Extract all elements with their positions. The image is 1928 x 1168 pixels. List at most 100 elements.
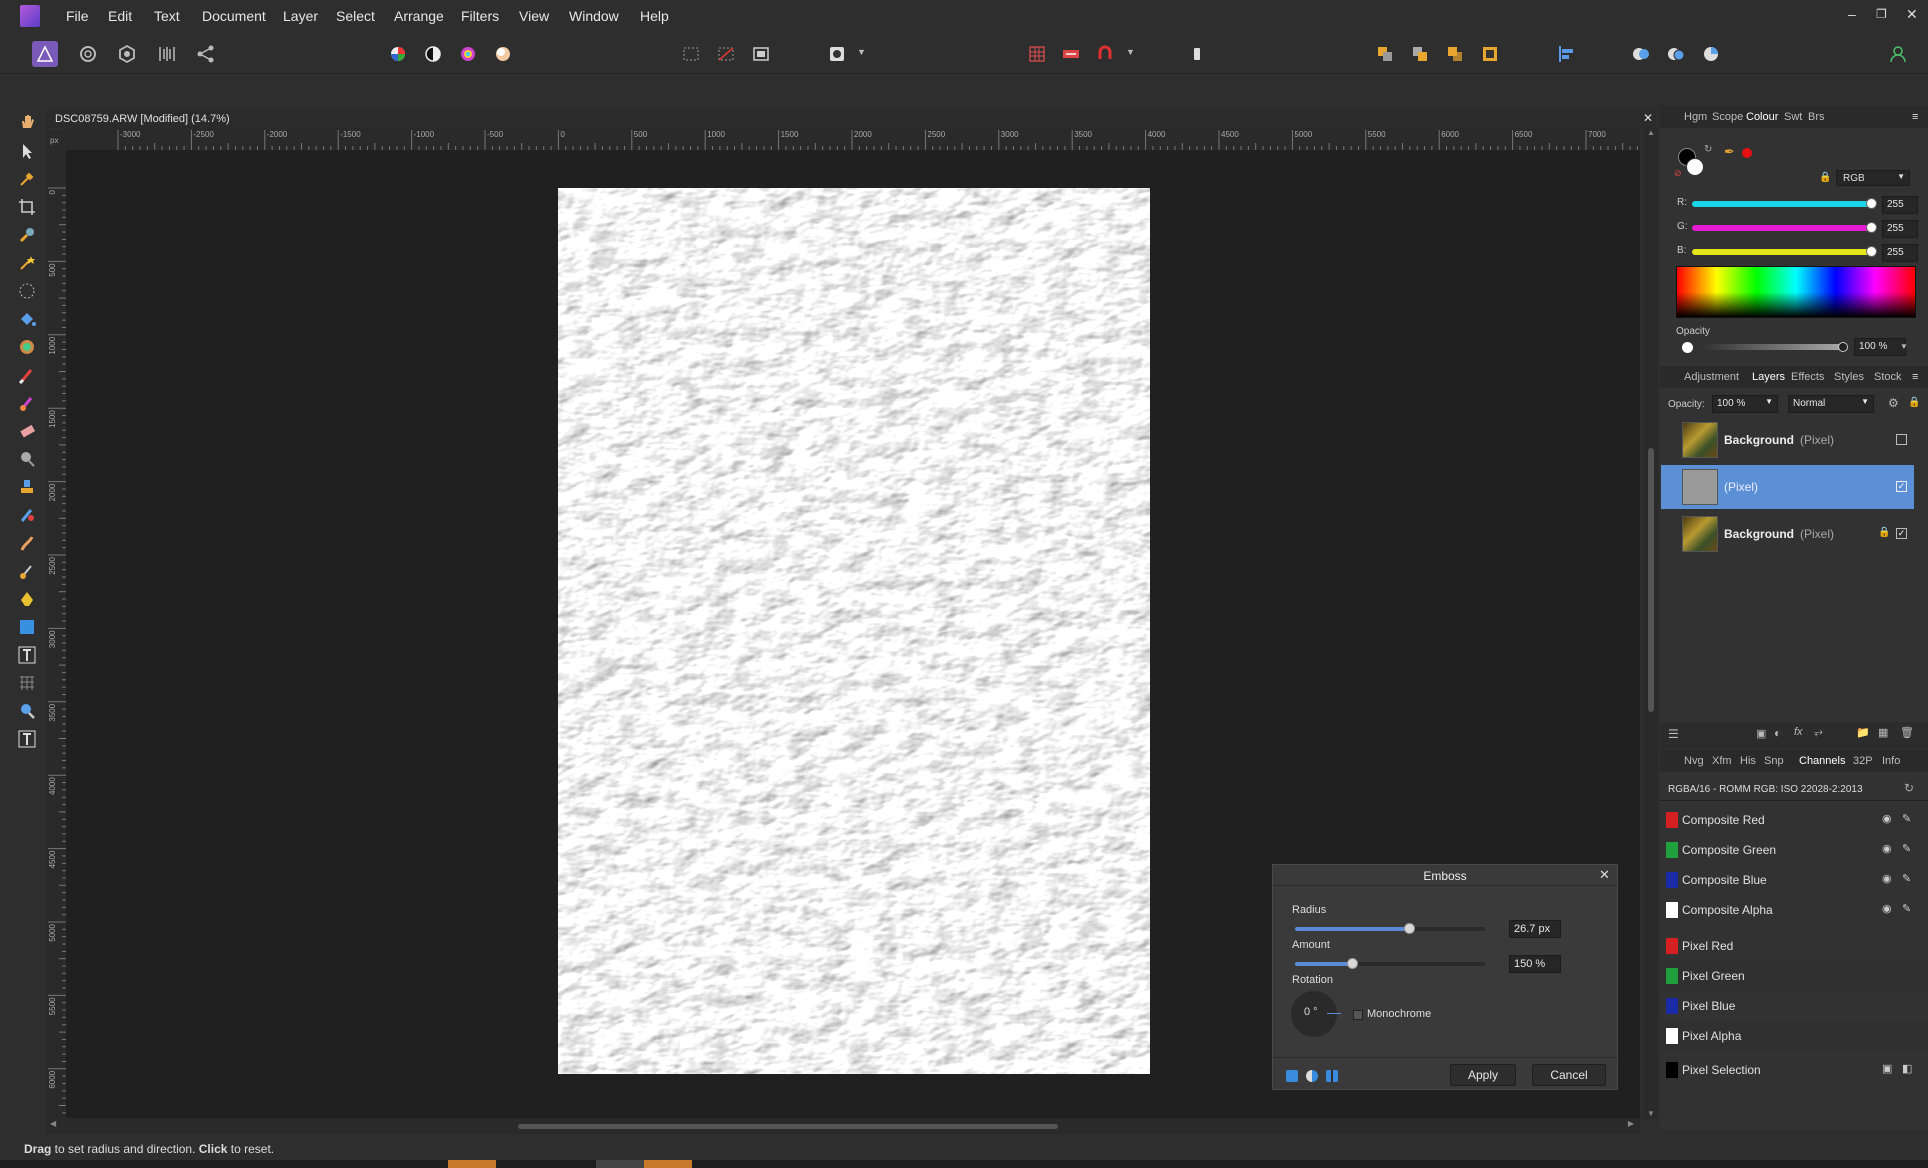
colour-model-dropdown[interactable]: RGB ▼ (1836, 170, 1910, 186)
tab-history[interactable]: His (1740, 755, 1756, 767)
minimize-icon[interactable]: – (1848, 6, 1856, 22)
live-filter-icon[interactable]: ⥅ (1814, 726, 1823, 739)
tab-info[interactable]: Info (1882, 755, 1900, 767)
r-value-field[interactable]: 255 (1882, 196, 1918, 214)
menu-view[interactable]: View (519, 8, 549, 24)
tab-adjustment[interactable]: Adjustment (1684, 371, 1739, 383)
arrange-forward-icon[interactable] (1442, 41, 1468, 67)
tab-transform[interactable]: Xfm (1712, 755, 1732, 767)
rectangle-tool-icon[interactable] (18, 618, 36, 636)
develop-persona-icon[interactable] (114, 41, 140, 67)
tab-styles[interactable]: Styles (1834, 371, 1864, 383)
artistic-text-tool-icon[interactable] (18, 646, 36, 664)
amount-slider-handle[interactable] (1347, 958, 1358, 969)
snapping-arrow-icon[interactable] (1058, 41, 1084, 67)
tab-navigator[interactable]: Nvg (1684, 755, 1704, 767)
channel-visibility-eye-icon[interactable]: ◉ (1882, 902, 1892, 915)
smudge-tool-icon[interactable] (18, 534, 36, 552)
amount-slider[interactable] (1295, 958, 1485, 969)
tab-effects[interactable]: Effects (1791, 371, 1824, 383)
chevron-down-icon[interactable]: ▼ (1900, 342, 1908, 351)
tab-scope[interactable]: Scope (1712, 111, 1743, 123)
restore-icon[interactable]: ❐ (1876, 7, 1887, 21)
erase-tool-icon[interactable] (18, 422, 36, 440)
menu-window[interactable]: Window (569, 8, 619, 24)
b-slider-handle[interactable] (1866, 246, 1877, 257)
panel-menu-icon[interactable]: ≡ (1912, 371, 1918, 383)
channel-row[interactable]: Composite Alpha ◉ ✎ (1660, 895, 1928, 925)
layer-settings-gear-icon[interactable]: ⚙ (1888, 396, 1899, 410)
opacity-slider-handle[interactable] (1838, 342, 1848, 352)
boolean-add-icon[interactable] (1628, 41, 1654, 67)
snapping-grid-icon[interactable] (1024, 41, 1050, 67)
arrange-back-icon[interactable] (1372, 41, 1398, 67)
tone-mapping-persona-icon[interactable] (154, 41, 180, 67)
channel-visibility-eye-icon[interactable]: ◉ (1882, 842, 1892, 855)
paint-brush-tool-icon[interactable] (18, 366, 36, 384)
layer-row[interactable]: Background (Pixel) 🔒 ✓ (1664, 512, 1914, 556)
channel-row[interactable]: Composite Green ◉ ✎ (1660, 835, 1928, 865)
auto-white-balance-icon[interactable] (490, 41, 516, 67)
g-value-field[interactable]: 255 (1882, 220, 1918, 238)
selection-mask-icon[interactable]: ▣ (1882, 1062, 1892, 1075)
selection-invert-icon[interactable]: ◧ (1902, 1062, 1912, 1075)
r-slider[interactable] (1692, 201, 1872, 207)
horizontal-scrollbar[interactable]: ◀ ▶ (46, 1118, 1640, 1134)
cancel-button[interactable]: Cancel (1532, 1064, 1606, 1086)
layer-lock-icon[interactable]: 🔒 (1878, 527, 1890, 538)
marquee-tool-icon[interactable] (18, 282, 36, 300)
tab-snapshots[interactable]: Snp (1764, 755, 1784, 767)
snapping-magnet-icon[interactable] (1092, 41, 1118, 67)
b-slider[interactable] (1692, 249, 1872, 255)
colour-picker-tool-icon[interactable] (18, 170, 36, 188)
layer-visibility-checkbox[interactable] (1896, 434, 1907, 445)
gradient-tool-icon[interactable] (18, 338, 36, 356)
swap-colours-icon[interactable]: ↻ (1704, 144, 1712, 155)
layer-opacity-field[interactable]: 100 % ▼ (1712, 395, 1778, 413)
layer-visibility-checkbox[interactable]: ✓ (1896, 481, 1907, 492)
menu-select[interactable]: Select (336, 8, 375, 24)
menu-help[interactable]: Help (640, 8, 669, 24)
arrange-backward-icon[interactable] (1407, 41, 1433, 67)
layer-row-selected[interactable]: (Pixel) ✓ (1661, 465, 1914, 509)
no-fill-icon[interactable]: ⊘ (1674, 168, 1682, 179)
dodge-tool-icon[interactable] (18, 450, 36, 468)
align-left-icon[interactable] (1554, 41, 1580, 67)
tab-channels[interactable]: Channels (1799, 755, 1845, 767)
delete-layer-icon[interactable]: 🗑 (1900, 726, 1914, 739)
channel-edit-pencil-icon[interactable]: ✎ (1902, 812, 1911, 825)
apply-button[interactable]: Apply (1450, 1064, 1516, 1086)
channel-row[interactable]: Pixel Green (1660, 961, 1928, 991)
menu-layer[interactable]: Layer (283, 8, 318, 24)
vertical-scroll-thumb[interactable] (1648, 448, 1654, 712)
channel-edit-pencil-icon[interactable]: ✎ (1902, 902, 1911, 915)
tab-histogram[interactable]: Hgm (1684, 111, 1707, 123)
assistant-icon[interactable] (1184, 41, 1210, 67)
flood-fill-tool-icon[interactable] (18, 310, 36, 328)
channel-row[interactable]: Pixel Blue (1660, 991, 1928, 1021)
picked-colour-icon[interactable] (1742, 148, 1752, 158)
vertical-scrollbar[interactable]: ▲ ▼ (1644, 128, 1658, 1118)
split-preview-icon[interactable] (1306, 1070, 1318, 1082)
r-slider-handle[interactable] (1866, 198, 1877, 209)
selection-mode-icon[interactable] (678, 41, 704, 67)
export-persona-icon[interactable] (193, 41, 219, 67)
liquify-persona-icon[interactable] (75, 41, 101, 67)
group-folder-icon[interactable]: 📁 (1856, 726, 1870, 739)
invert-selection-icon[interactable] (748, 41, 774, 67)
menu-document[interactable]: Document (202, 8, 266, 24)
secondary-colour-swatch[interactable] (1686, 158, 1704, 176)
tab-stock[interactable]: Stock (1874, 371, 1902, 383)
mesh-warp-tool-icon[interactable] (18, 562, 36, 580)
b-value-field[interactable]: 255 (1882, 244, 1918, 262)
monochrome-checkbox[interactable] (1353, 1010, 1363, 1020)
auto-contrast-icon[interactable] (420, 41, 446, 67)
preview-mode-icon[interactable] (1286, 1070, 1298, 1082)
user-account-icon[interactable] (1885, 41, 1911, 67)
mesh-grid-tool-icon[interactable] (18, 674, 36, 692)
g-slider-handle[interactable] (1866, 222, 1877, 233)
mirror-preview-icon[interactable] (1326, 1070, 1338, 1082)
radius-slider[interactable] (1295, 923, 1485, 934)
menu-edit[interactable]: Edit (108, 8, 132, 24)
photo-persona-icon[interactable] (32, 41, 58, 67)
